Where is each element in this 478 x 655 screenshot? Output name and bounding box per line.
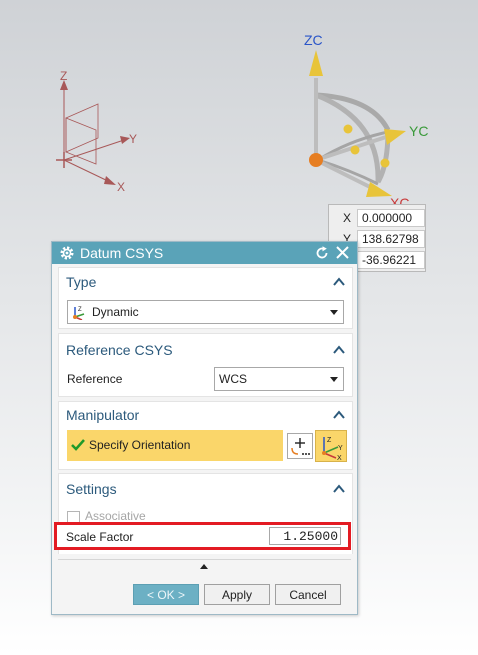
specify-orientation-row[interactable]: Specify Orientation: [67, 430, 283, 461]
svg-text:Z: Z: [78, 307, 82, 313]
wcs-y-label: Y: [129, 132, 137, 146]
dropdown-arrow-icon: [330, 310, 338, 315]
datum-csys-dialog: Datum CSYS Type Z Dynamic Reference CSYS…: [51, 241, 358, 615]
wcs-triad: [56, 80, 130, 185]
divider: [58, 559, 351, 560]
gear-icon[interactable]: [59, 245, 75, 261]
apply-button[interactable]: Apply: [204, 584, 270, 605]
specify-orientation-label: Specify Orientation: [89, 438, 191, 452]
expand-more-icon[interactable]: [200, 564, 208, 569]
close-icon[interactable]: [334, 244, 351, 261]
reference-csys-section: Reference CSYS Reference WCS: [58, 333, 353, 397]
reference-section-title[interactable]: Reference CSYS: [66, 342, 173, 358]
type-section: Type Z Dynamic: [58, 267, 353, 329]
coord-z-input[interactable]: -36.96221: [357, 251, 425, 269]
csys-manipulator[interactable]: [309, 50, 406, 197]
scale-factor-label: Scale Factor: [66, 530, 134, 544]
coord-x-row: X 0.000000: [329, 208, 425, 228]
xc-handle-icon[interactable]: [366, 182, 392, 197]
rotation-handle-icon[interactable]: [380, 158, 390, 168]
reset-icon[interactable]: [314, 245, 330, 261]
settings-section-title[interactable]: Settings: [66, 481, 117, 497]
dynamic-csys-icon: Z: [73, 307, 85, 320]
scale-factor-row: Scale Factor 1.25000: [54, 522, 351, 550]
svg-text:Y: Y: [338, 445, 343, 452]
coord-y-input[interactable]: 138.62798: [357, 230, 425, 248]
origin-handle-icon[interactable]: [309, 153, 323, 167]
coord-x-label: X: [343, 211, 352, 225]
wcs-z-label: Z: [60, 69, 67, 83]
ok-button[interactable]: < OK >: [133, 584, 199, 605]
dialog-title: Datum CSYS: [80, 245, 164, 261]
type-dropdown[interactable]: Z Dynamic: [67, 300, 344, 324]
chevron-up-icon[interactable]: [333, 345, 345, 355]
scale-factor-input[interactable]: 1.25000: [269, 527, 341, 545]
rotation-handle-icon[interactable]: [343, 124, 353, 134]
csys-dialog-button[interactable]: Z Y X: [315, 430, 347, 462]
manipulator-section: Manipulator Specify Orientation Z Y X: [58, 401, 353, 470]
svg-text:X: X: [337, 455, 342, 461]
wcs-x-label: X: [117, 180, 125, 194]
associative-label: Associative: [85, 509, 146, 523]
dialog-titlebar[interactable]: Datum CSYS: [52, 242, 357, 264]
chevron-up-icon[interactable]: [333, 410, 345, 420]
chevron-up-icon[interactable]: [333, 277, 345, 287]
zc-handle-icon[interactable]: [309, 50, 323, 76]
reference-label: Reference: [67, 372, 123, 386]
checkmark-icon: [71, 439, 85, 451]
csys-dialog-icon: Z Y X: [322, 437, 343, 462]
yc-handle-icon[interactable]: [384, 129, 406, 145]
type-section-title[interactable]: Type: [66, 274, 96, 290]
rotation-handle-icon[interactable]: [350, 145, 360, 155]
chevron-up-icon[interactable]: [333, 484, 345, 494]
manipulator-section-title[interactable]: Manipulator: [66, 407, 139, 423]
zc-label: ZC: [304, 32, 323, 48]
reference-selected-value: WCS: [219, 372, 247, 386]
svg-text:Z: Z: [327, 437, 332, 444]
type-selected-value: Dynamic: [92, 305, 139, 319]
reference-dropdown[interactable]: WCS: [214, 367, 344, 391]
dropdown-arrow-icon: [330, 377, 338, 382]
point-dialog-button[interactable]: [287, 433, 313, 459]
coord-x-input[interactable]: 0.000000: [357, 209, 425, 227]
cancel-button[interactable]: Cancel: [275, 584, 341, 605]
point-dialog-icon: [291, 438, 310, 455]
yc-label: YC: [409, 123, 428, 139]
